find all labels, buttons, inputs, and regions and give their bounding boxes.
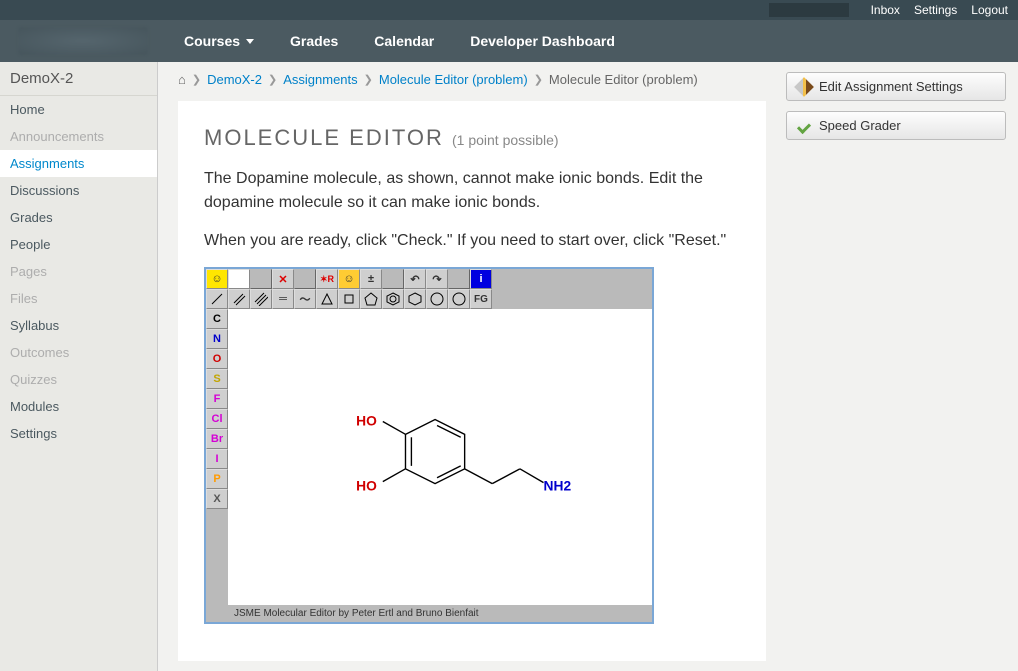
nav-developer-dashboard[interactable]: Developer Dashboard	[470, 33, 615, 49]
crumb-assignment[interactable]: Molecule Editor (problem)	[379, 72, 528, 87]
sidebar-item-pages[interactable]: Pages	[0, 258, 157, 285]
atom-i[interactable]: I	[206, 449, 228, 469]
tool-delete-icon[interactable]: ✕	[272, 269, 294, 289]
nav-grades[interactable]: Grades	[290, 33, 338, 49]
atom-br[interactable]: Br	[206, 429, 228, 449]
sidebar-item-grades[interactable]: Grades	[0, 204, 157, 231]
sidebar-item-discussions[interactable]: Discussions	[0, 177, 157, 204]
tool-wavy-bond[interactable]: 〜	[294, 289, 316, 309]
home-icon[interactable]: ⌂	[178, 72, 186, 87]
inbox-link[interactable]: Inbox	[871, 3, 900, 17]
atom-s[interactable]: S	[206, 369, 228, 389]
sidebar-item-assignments[interactable]: Assignments	[0, 150, 157, 177]
tool-benzene[interactable]	[382, 289, 404, 309]
atom-c[interactable]: C	[206, 309, 228, 329]
tool-fg[interactable]: FG	[470, 289, 492, 309]
tool-info-icon[interactable]: i	[470, 269, 492, 289]
nav-calendar[interactable]: Calendar	[374, 33, 434, 49]
sidebar-item-outcomes[interactable]: Outcomes	[0, 339, 157, 366]
pencil-icon	[794, 77, 814, 97]
sidebar-item-announcements[interactable]: Announcements	[0, 123, 157, 150]
tool-ring6[interactable]	[404, 289, 426, 309]
editor-credit: JSME Molecular Editor by Peter Ertl and …	[206, 605, 652, 622]
edit-assignment-settings-button[interactable]: Edit Assignment Settings	[786, 72, 1006, 101]
sidebar-item-people[interactable]: People	[0, 231, 157, 258]
crumb-current: Molecule Editor (problem)	[549, 72, 698, 87]
tool-redo-icon[interactable]: ↷	[426, 269, 448, 289]
nav-courses[interactable]: Courses	[184, 33, 254, 49]
sidebar-item-syllabus[interactable]: Syllabus	[0, 312, 157, 339]
course-title: DemoX-2	[0, 62, 157, 96]
logout-link[interactable]: Logout	[971, 3, 1008, 17]
label-ho1: HO	[356, 413, 377, 428]
tool-ring7[interactable]	[426, 289, 448, 309]
tool-clear[interactable]	[228, 269, 250, 289]
tool-ring8[interactable]	[448, 289, 470, 309]
check-icon	[797, 119, 811, 133]
tool-ring4[interactable]	[338, 289, 360, 309]
page-title: Molecule Editor (1 point possible)	[204, 125, 740, 151]
atom-cl[interactable]: Cl	[206, 409, 228, 429]
molecule-editor[interactable]: ☺ ✕ ✶R ☺ ± ↶ ↷ i	[204, 267, 654, 624]
right-column: Edit Assignment Settings Speed Grader	[786, 62, 1018, 671]
assignment-panel: Molecule Editor (1 point possible) The D…	[178, 101, 766, 661]
label-ho2: HO	[356, 479, 377, 494]
tool-charge[interactable]: ±	[360, 269, 382, 289]
chevron-down-icon	[246, 39, 254, 44]
tool-smiley2-icon[interactable]: ☺	[338, 269, 360, 289]
tool-smiley-icon[interactable]: ☺	[206, 269, 228, 289]
speed-grader-button[interactable]: Speed Grader	[786, 111, 1006, 140]
label-nh2: NH2	[544, 479, 572, 494]
logo[interactable]	[18, 27, 148, 55]
tool-ring5[interactable]	[360, 289, 382, 309]
description-1: The Dopamine molecule, as shown, cannot …	[204, 167, 740, 215]
description-2: When you are ready, click "Check." If yo…	[204, 229, 740, 253]
atom-f[interactable]: F	[206, 389, 228, 409]
tool-triple-bond[interactable]	[250, 289, 272, 309]
user-slot	[769, 3, 849, 17]
sidebar-item-settings[interactable]: Settings	[0, 420, 157, 447]
atom-p[interactable]: P	[206, 469, 228, 489]
sidebar-item-modules[interactable]: Modules	[0, 393, 157, 420]
settings-link[interactable]: Settings	[914, 3, 957, 17]
sidebar-item-quizzes[interactable]: Quizzes	[0, 366, 157, 393]
tool-ring3[interactable]	[316, 289, 338, 309]
tool-equal-bond[interactable]: ═	[272, 289, 294, 309]
crumb-assignments[interactable]: Assignments	[283, 72, 357, 87]
breadcrumb: ⌂ ❯ DemoX-2 ❯ Assignments ❯ Molecule Edi…	[178, 72, 766, 87]
crumb-course[interactable]: DemoX-2	[207, 72, 262, 87]
tool-double-bond[interactable]	[228, 289, 250, 309]
tool-undo-icon[interactable]: ↶	[404, 269, 426, 289]
atom-x[interactable]: X	[206, 489, 228, 509]
atom-n[interactable]: N	[206, 329, 228, 349]
sidebar-item-files[interactable]: Files	[0, 285, 157, 312]
tool-xr[interactable]: ✶R	[316, 269, 338, 289]
sidebar-item-home[interactable]: Home	[0, 96, 157, 123]
tool-single-bond[interactable]	[206, 289, 228, 309]
molecule-canvas[interactable]: HO HO NH2	[228, 309, 652, 605]
sidebar: DemoX-2 Home Announcements Assignments D…	[0, 62, 158, 671]
atom-o[interactable]: O	[206, 349, 228, 369]
